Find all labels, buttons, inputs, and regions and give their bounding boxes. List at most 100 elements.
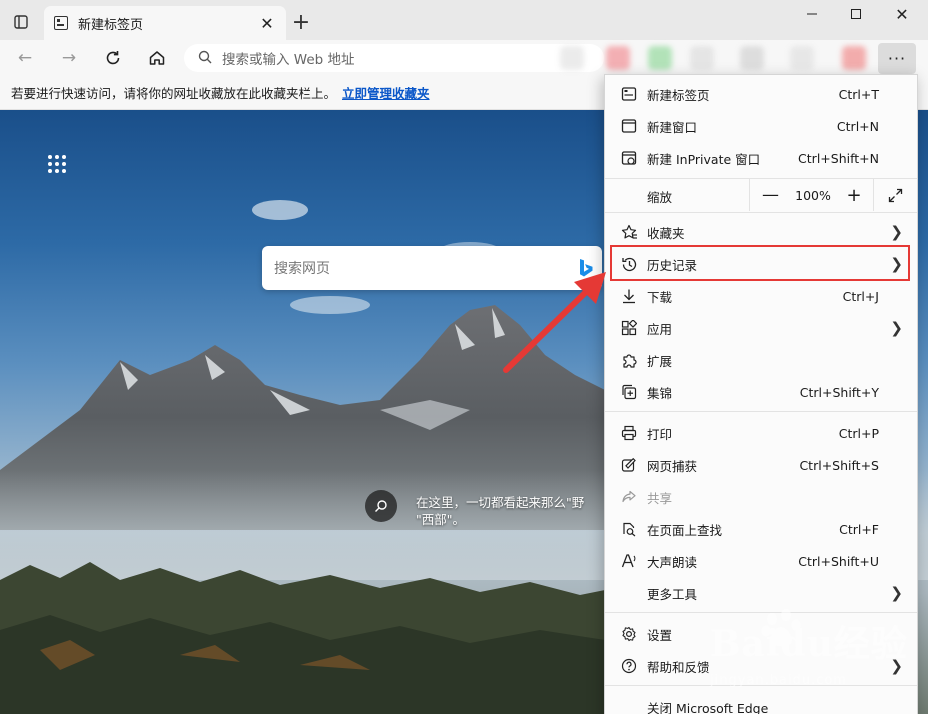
menu-label: 更多工具 [647,586,698,602]
menu-label: 在页面上查找 [647,522,723,538]
chevron-right-icon: ❯ [890,657,903,675]
extension-icon[interactable] [648,46,672,70]
address-bar[interactable]: 搜索或输入 Web 地址 [184,44,604,72]
menu-item-web-capture[interactable]: 网页捕获 Ctrl+Shift+S [605,449,917,481]
menu-item-share[interactable]: 共享 [605,481,917,513]
favorites-star-icon [620,223,638,241]
tab-title: 新建标签页 [78,17,144,33]
menu-label: 新建 InPrivate 窗口 [647,151,761,167]
menu-label: 扩展 [647,353,673,369]
help-icon [620,657,638,675]
menu-shortcut: Ctrl+P [838,425,879,441]
close-window-button[interactable]: ✕ [880,0,924,28]
favorites-bar-message: 若要进行快速访问，请将你的网址收藏放在此收藏夹栏上。 [11,86,337,101]
menu-label: 下载 [647,289,673,305]
new-tab-button[interactable]: + [288,10,314,35]
menu-label: 历史记录 [647,257,698,273]
back-button[interactable]: ← [10,43,40,73]
manage-favorites-link[interactable]: 立即管理收藏夹 [342,83,430,102]
menu-label: 新建窗口 [647,119,698,135]
settings-menu: 新建标签页 Ctrl+T 新建窗口 Ctrl+N 新建 InPrivate 窗口… [604,74,918,714]
menu-item-downloads[interactable]: 下载 Ctrl+J [605,280,917,312]
refresh-button[interactable] [98,43,128,73]
collections-icon [620,383,638,401]
settings-icon [620,625,638,643]
menu-item-collections[interactable]: 集锦 Ctrl+Shift+Y [605,376,917,408]
menu-label: 集锦 [647,385,673,401]
menu-item-favorites[interactable]: 收藏夹 ❯ [605,216,917,248]
minimize-button[interactable] [790,0,834,28]
menu-shortcut: Ctrl+Shift+U [798,553,879,569]
menu-separator [605,411,917,412]
menu-label: 设置 [647,627,673,643]
menu-separator [605,612,917,613]
menu-item-settings[interactable]: 设置 [605,618,917,650]
menu-item-inprivate[interactable]: 新建 InPrivate 窗口 Ctrl+Shift+N [605,142,917,174]
menu-shortcut: Ctrl+Shift+N [798,150,879,166]
menu-item-more-tools[interactable]: 更多工具 ❯ [605,577,917,609]
extension-icon[interactable] [842,46,866,70]
print-icon [620,424,638,442]
menu-item-help-feedback[interactable]: 帮助和反馈 ❯ [605,650,917,682]
web-search-box[interactable]: 搜索网页 [262,246,602,290]
menu-item-new-tab[interactable]: 新建标签页 Ctrl+T [605,78,917,110]
menu-shortcut: Ctrl+J [842,288,879,304]
extension-icon[interactable] [790,46,814,70]
apps-launcher-icon[interactable] [48,155,66,173]
extension-icon[interactable] [560,46,584,70]
extension-icon[interactable] [606,46,630,70]
history-icon [620,255,638,273]
address-placeholder: 搜索或输入 Web 地址 [222,52,355,68]
menu-label: 收藏夹 [647,225,685,241]
menu-item-new-window[interactable]: 新建窗口 Ctrl+N [605,110,917,142]
settings-and-more-button[interactable]: ··· [878,43,916,74]
new-window-icon [620,117,638,135]
menu-label: 打印 [647,426,673,442]
menu-shortcut: Ctrl+T [838,86,879,102]
bing-logo-icon[interactable] [578,258,594,278]
maximize-button[interactable] [834,0,878,28]
new-tab-icon [620,85,638,103]
zoom-out-button[interactable]: — [749,179,791,211]
menu-label: 新建标签页 [647,87,710,103]
menu-item-history[interactable]: 历史记录 ❯ [605,248,917,280]
menu-label: 应用 [647,321,673,337]
menu-item-apps[interactable]: 应用 ❯ [605,312,917,344]
menu-item-zoom: 缩放 — 100% + [605,179,917,211]
download-icon [620,287,638,305]
menu-item-extensions[interactable]: 扩展 [605,344,917,376]
zoom-level: 100% [795,187,831,203]
menu-separator [605,685,917,686]
image-info-icon[interactable] [365,490,397,522]
menu-item-find-on-page[interactable]: 在页面上查找 Ctrl+F [605,513,917,545]
web-search-placeholder: 搜索网页 [274,261,330,277]
share-icon [620,488,638,506]
chevron-right-icon: ❯ [890,584,903,602]
menu-item-read-aloud[interactable]: 大声朗读 Ctrl+Shift+U [605,545,917,577]
extension-icon[interactable] [690,46,714,70]
toolbar: ← → 搜索或输入 Web 地址 [0,40,928,76]
menu-item-print[interactable]: 打印 Ctrl+P [605,417,917,449]
menu-shortcut: Ctrl+F [839,521,879,537]
menu-label: 共享 [647,490,673,506]
image-caption[interactable]: 在这里，一切都看起来那么"野 "西部"。 [416,494,616,528]
inprivate-icon [620,149,638,167]
zoom-in-button[interactable]: + [835,179,873,211]
extension-icon[interactable] [740,46,764,70]
menu-label: 关闭 Microsoft Edge [647,700,769,714]
forward-button[interactable]: → [54,43,84,73]
find-icon [620,520,638,538]
fullscreen-icon[interactable] [873,179,917,211]
zoom-label: 缩放 [647,190,673,205]
tab-close-icon[interactable]: ✕ [258,14,276,33]
tab-new-tab[interactable]: 新建标签页 ✕ [44,6,286,40]
read-aloud-icon [620,552,638,570]
web-capture-icon [620,456,638,474]
chevron-right-icon: ❯ [890,255,903,273]
tab-actions-icon[interactable] [8,10,34,34]
chevron-right-icon: ❯ [890,319,903,337]
menu-item-close-edge[interactable]: 关闭 Microsoft Edge [605,691,917,714]
home-button[interactable] [142,43,172,73]
zoom-controls: — 100% + [749,179,917,211]
menu-shortcut: Ctrl+N [836,118,879,134]
